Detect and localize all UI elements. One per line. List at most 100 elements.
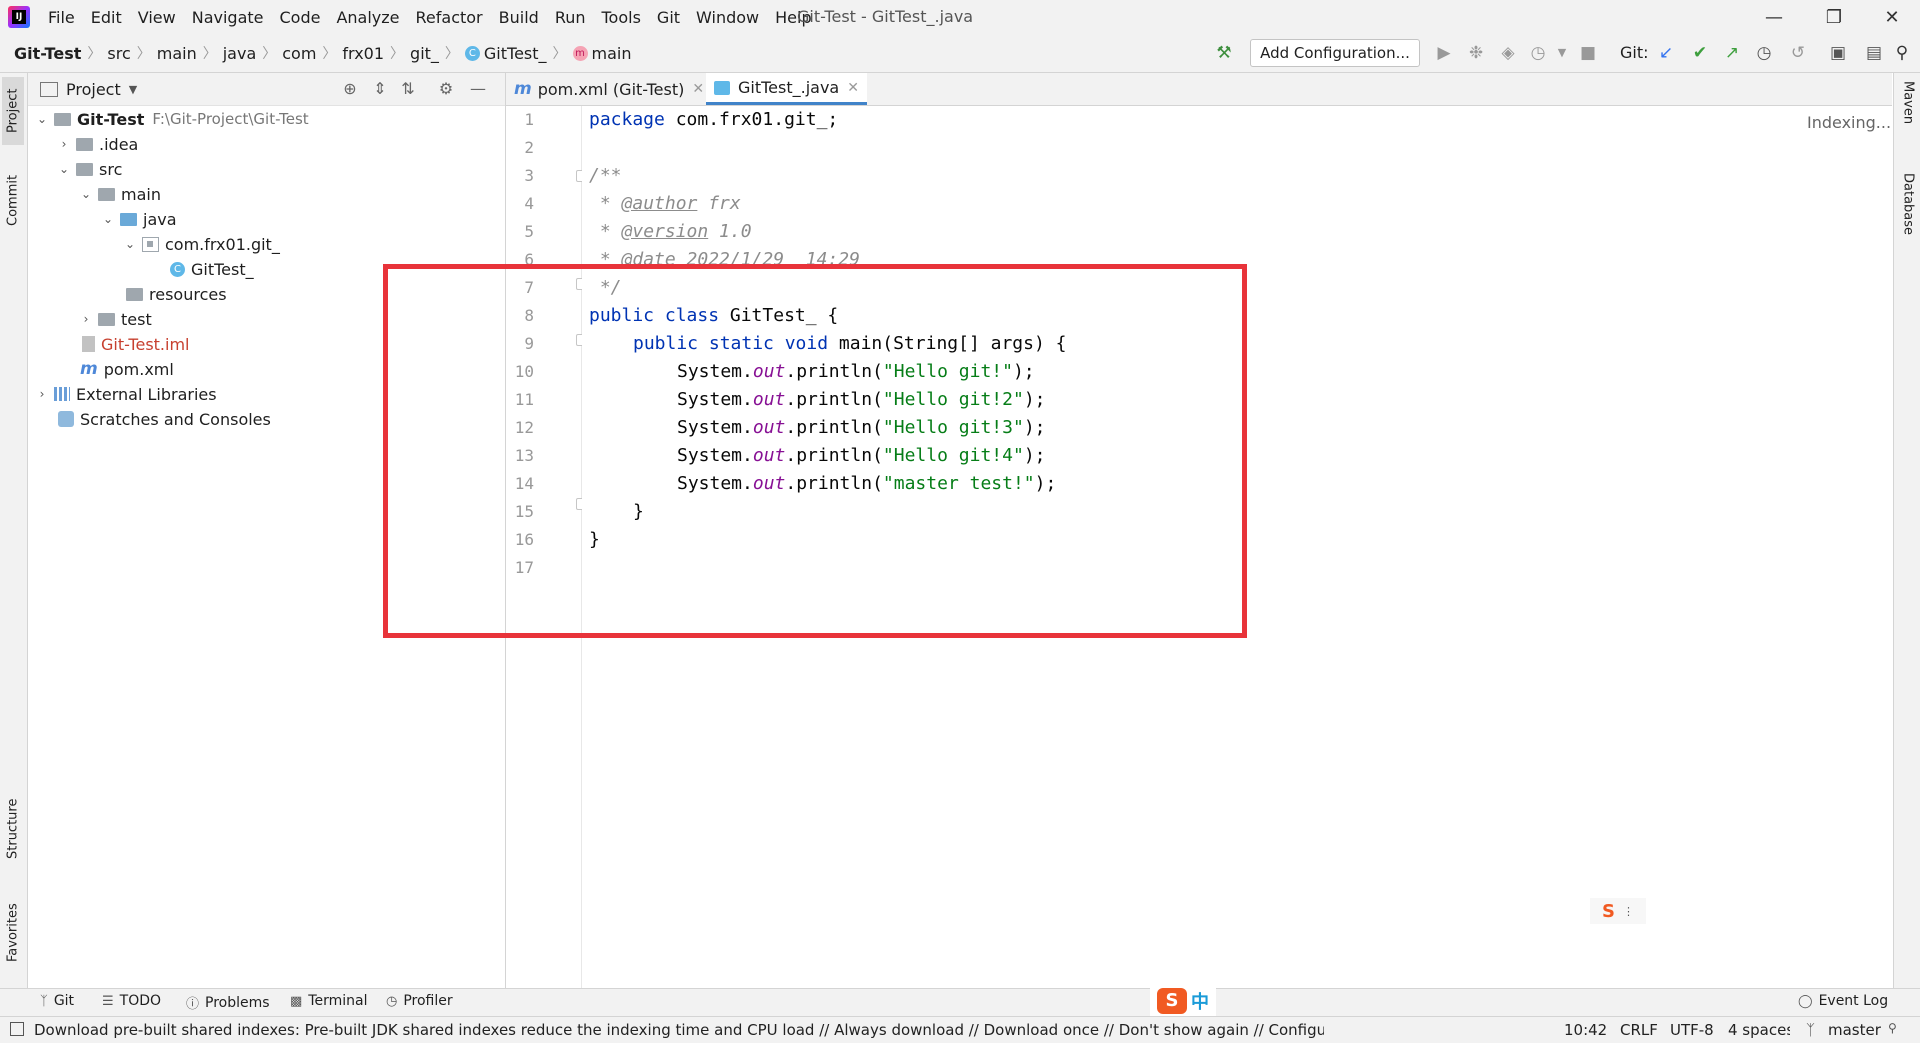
git-update-icon[interactable]: ↙ bbox=[1656, 43, 1676, 63]
commit-tool-tab[interactable]: Commit bbox=[2, 165, 24, 235]
debug-icon[interactable]: ❉ bbox=[1466, 43, 1486, 63]
maven-tool-tab[interactable]: Maven bbox=[1897, 81, 1919, 151]
tree-item-external-libraries[interactable]: › External Libraries bbox=[34, 382, 217, 406]
indent-setting[interactable]: 4 spaces bbox=[1728, 1021, 1790, 1039]
search-icon[interactable]: ⚲ bbox=[1892, 43, 1912, 63]
menu-navigate[interactable]: Navigate bbox=[184, 8, 272, 27]
problems-tool-label: Problems bbox=[205, 994, 270, 1011]
git-branch-widget[interactable]: master bbox=[1828, 1021, 1881, 1039]
build-hammer-icon[interactable]: ⚒ bbox=[1214, 43, 1234, 63]
menu-tools[interactable]: Tools bbox=[594, 8, 649, 27]
chevron-down-icon: ⌄ bbox=[80, 187, 92, 201]
toggle-tool-windows-icon[interactable] bbox=[10, 1022, 24, 1036]
ime-mode-indicator[interactable]: 中 bbox=[1191, 988, 1209, 1014]
structure-tool-tab[interactable]: Structure bbox=[2, 789, 24, 869]
tree-item-label: GitTest_ bbox=[191, 259, 254, 279]
history-icon[interactable]: ◷ bbox=[1754, 43, 1774, 63]
event-log-button[interactable]: ◯ Event Log bbox=[1798, 993, 1888, 1009]
close-window-icon[interactable]: ✕ bbox=[1864, 0, 1920, 34]
tree-item-label: com.frx01.git_ bbox=[165, 234, 280, 254]
locate-icon[interactable]: ⊕ bbox=[340, 79, 360, 99]
hide-panel-icon[interactable]: — bbox=[468, 79, 488, 99]
collapse-all-icon[interactable]: ⇅ bbox=[398, 79, 418, 99]
menu-view[interactable]: View bbox=[130, 8, 184, 27]
restore-icon[interactable]: ❐ bbox=[1806, 0, 1862, 34]
git-commit-icon[interactable]: ✔ bbox=[1690, 43, 1710, 63]
resources-folder-icon bbox=[126, 287, 143, 301]
sogou-logo-icon: S bbox=[1157, 988, 1187, 1014]
coverage-icon[interactable]: ◈ bbox=[1498, 43, 1518, 63]
profiler-tool-button[interactable]: ◷ Profiler bbox=[386, 993, 453, 1009]
line-separator[interactable]: CRLF bbox=[1620, 1021, 1658, 1039]
chevron-right-icon: 〉 bbox=[552, 46, 567, 62]
database-tool-tab-label: Database bbox=[1900, 173, 1916, 236]
caret-position[interactable]: 10:42 bbox=[1564, 1021, 1607, 1039]
folder-icon bbox=[76, 162, 93, 176]
tree-item-test[interactable]: › test bbox=[78, 307, 152, 331]
minimize-icon[interactable]: — bbox=[1746, 0, 1802, 34]
problems-tool-button[interactable]: ⓘ Problems bbox=[186, 993, 270, 1013]
menu-window[interactable]: Window bbox=[688, 8, 767, 27]
breadcrumb-project[interactable]: Git-Test bbox=[14, 44, 81, 63]
breadcrumb-method[interactable]: m main bbox=[572, 44, 632, 63]
project-structure-icon[interactable]: ▣ bbox=[1828, 43, 1848, 63]
stop-icon[interactable]: ■ bbox=[1578, 43, 1598, 63]
line-number: 4 bbox=[524, 194, 534, 213]
breadcrumb-frx01[interactable]: frx01 bbox=[342, 44, 384, 63]
breadcrumb-class[interactable]: C GitTest_ bbox=[464, 44, 547, 63]
lock-icon[interactable]: ⚲ bbox=[1888, 1021, 1897, 1035]
tree-item-gittest[interactable]: C GitTest_ bbox=[170, 257, 254, 281]
tab-pom-xml[interactable]: m pom.xml (Git-Test) ✕ bbox=[506, 73, 712, 105]
terminal-toolbar-icon[interactable]: ▤ bbox=[1864, 43, 1884, 63]
menu-run[interactable]: Run bbox=[547, 8, 594, 27]
profile-icon[interactable]: ◷ bbox=[1528, 43, 1548, 63]
tree-item-java[interactable]: ⌄ java bbox=[100, 207, 177, 231]
expand-all-icon[interactable]: ⇕ bbox=[370, 79, 390, 99]
menu-git[interactable]: Git bbox=[649, 8, 688, 27]
git-tool-button[interactable]: ᛉ Git bbox=[40, 993, 74, 1009]
breadcrumb-main[interactable]: main bbox=[157, 44, 197, 63]
git-push-icon[interactable]: ↗ bbox=[1722, 43, 1742, 63]
status-message[interactable]: Download pre-built shared indexes: Pre-b… bbox=[34, 1021, 1324, 1039]
tree-item-main[interactable]: ⌄ main bbox=[78, 182, 161, 206]
project-tool-tab[interactable]: Project bbox=[2, 77, 24, 145]
add-configuration-button[interactable]: Add Configuration... bbox=[1250, 39, 1420, 67]
menu-code[interactable]: Code bbox=[272, 8, 329, 27]
menu-analyze[interactable]: Analyze bbox=[328, 8, 407, 27]
tree-item-package[interactable]: ⌄ com.frx01.git_ bbox=[122, 232, 280, 256]
chevron-down-icon[interactable]: ▼ bbox=[129, 83, 137, 96]
file-encoding[interactable]: UTF-8 bbox=[1670, 1021, 1714, 1039]
breadcrumb-git[interactable]: git_ bbox=[410, 44, 439, 63]
project-panel-title[interactable]: Project bbox=[66, 80, 121, 99]
tree-item-label: java bbox=[143, 209, 177, 229]
tree-item-path: F:\Git-Project\Git-Test bbox=[152, 110, 309, 128]
ime-toolbar[interactable]: S 中 bbox=[1150, 985, 1216, 1017]
tree-item-label: resources bbox=[149, 284, 227, 304]
run-icon[interactable]: ▶ bbox=[1434, 43, 1454, 63]
menu-build[interactable]: Build bbox=[491, 8, 547, 27]
tree-item-pom[interactable]: m pom.xml bbox=[80, 357, 174, 381]
breadcrumb-java[interactable]: java bbox=[223, 44, 257, 63]
breadcrumb-src[interactable]: src bbox=[107, 44, 130, 63]
menu-refactor[interactable]: Refactor bbox=[408, 8, 491, 27]
terminal-tool-button[interactable]: ▩ Terminal bbox=[290, 993, 367, 1009]
menu-file[interactable]: File bbox=[40, 8, 83, 27]
close-icon[interactable]: ✕ bbox=[847, 80, 859, 96]
chevron-down-icon[interactable]: ▼ bbox=[1552, 43, 1572, 63]
tree-item-iml[interactable]: Git-Test.iml bbox=[82, 332, 190, 356]
gear-icon[interactable]: ⚙ bbox=[436, 79, 456, 99]
rollback-icon[interactable]: ↺ bbox=[1788, 43, 1808, 63]
tree-item-resources[interactable]: resources bbox=[126, 282, 227, 306]
menu-edit[interactable]: Edit bbox=[83, 8, 130, 27]
todo-tool-button[interactable]: ☰ TODO bbox=[102, 993, 161, 1009]
close-icon[interactable]: ✕ bbox=[692, 81, 704, 97]
favorites-tool-tab[interactable]: Favorites bbox=[2, 893, 24, 973]
tree-item-git-test[interactable]: ⌄ Git-Test F:\Git-Project\Git-Test bbox=[34, 107, 309, 131]
breadcrumb-com[interactable]: com bbox=[282, 44, 316, 63]
ime-floating-indicator[interactable]: S ⋮ bbox=[1590, 898, 1646, 924]
tree-item-src[interactable]: ⌄ src bbox=[56, 157, 122, 181]
tab-gittest-java[interactable]: GitTest_.java ✕ bbox=[706, 73, 867, 105]
database-tool-tab[interactable]: Database bbox=[1897, 173, 1919, 259]
tree-item-scratches[interactable]: Scratches and Consoles bbox=[58, 407, 271, 431]
tree-item-idea[interactable]: › .idea bbox=[56, 132, 139, 156]
